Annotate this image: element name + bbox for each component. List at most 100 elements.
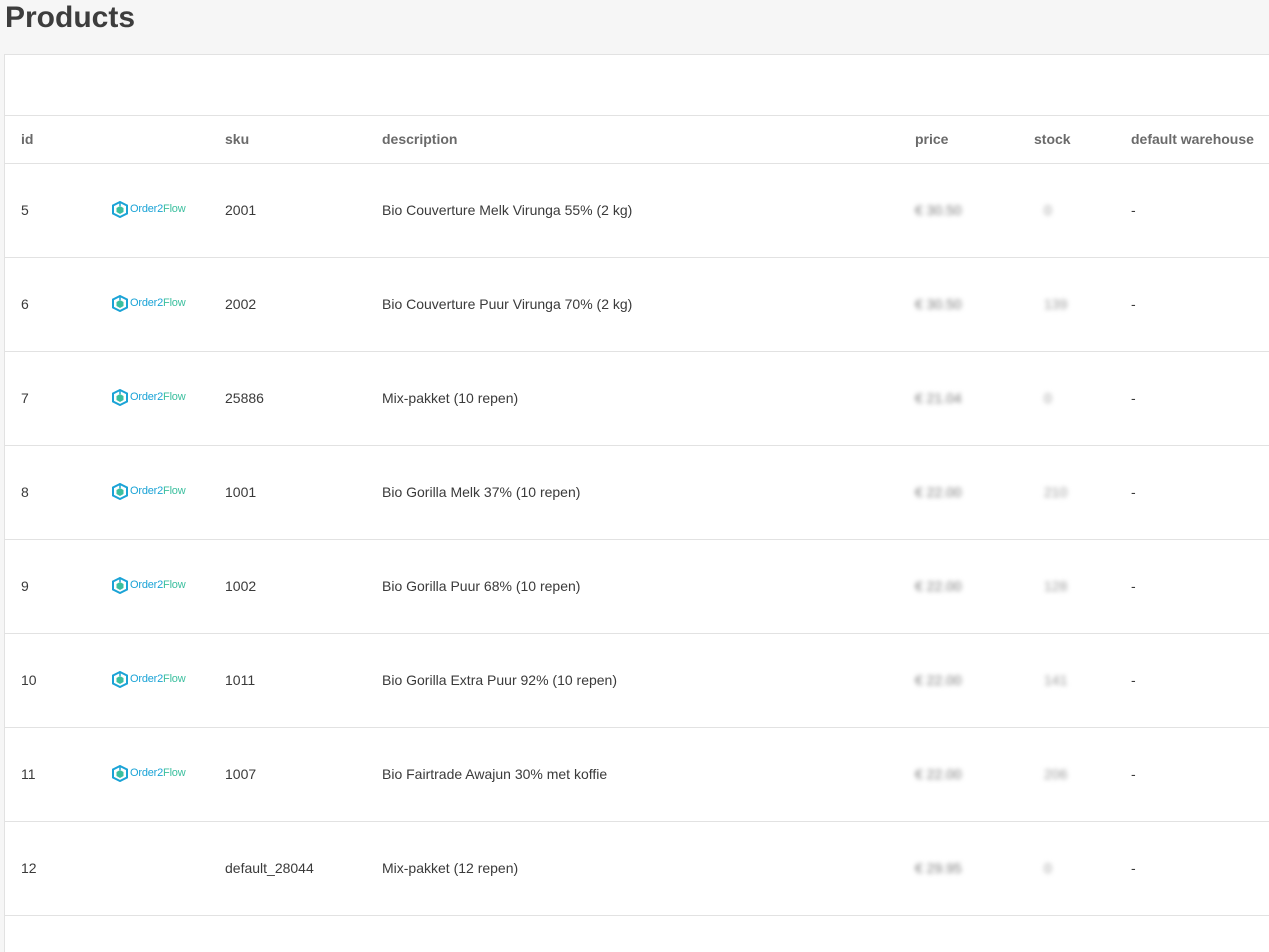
column-header-id[interactable]: id — [5, 116, 96, 164]
order2flow-icon — [112, 764, 128, 782]
cell-id: 8 — [5, 445, 96, 540]
order2flow-icon — [112, 294, 128, 312]
table-header-row: id sku description price stock default w… — [5, 116, 1269, 164]
cell-logo — [96, 821, 209, 916]
column-header-logo — [96, 116, 209, 164]
cell-id: 11 — [5, 727, 96, 822]
column-header-description[interactable]: description — [366, 116, 899, 164]
table-row[interactable]: 10 Order2Flow 1011 Bio Gorilla Extra Puu… — [5, 633, 1269, 728]
table-row[interactable]: 7 Order2Flow 25886 Mix-pakket (10 repen)… — [5, 351, 1269, 446]
logo-wordmark-part1: Order2 — [130, 203, 164, 216]
cell-stock: 210 — [1018, 445, 1115, 540]
table-body: 5 Order2Flow 2001 Bio Couverture Melk Vi… — [5, 163, 1269, 916]
price-value: € 29.95 — [915, 860, 962, 876]
cell-default-warehouse: - — [1115, 539, 1269, 634]
cell-description: Mix-pakket (12 repen) — [366, 821, 899, 916]
column-header-price[interactable]: price — [899, 116, 1018, 164]
cell-stock: 0 — [1018, 821, 1115, 916]
cell-id: 9 — [5, 539, 96, 634]
cell-default-warehouse: - — [1115, 633, 1269, 728]
column-header-sku[interactable]: sku — [209, 116, 366, 164]
cell-description: Mix-pakket (10 repen) — [366, 351, 899, 446]
cell-price: € 22.00 — [899, 727, 1018, 822]
stock-value: 141 — [1044, 672, 1068, 688]
cell-stock: 128 — [1018, 539, 1115, 634]
cell-price: € 22.00 — [899, 539, 1018, 634]
column-header-stock[interactable]: stock — [1018, 116, 1115, 164]
table-row[interactable]: 6 Order2Flow 2002 Bio Couverture Puur Vi… — [5, 257, 1269, 352]
order2flow-wordmark: Order2Flow — [130, 203, 186, 216]
stock-value: 0 — [1044, 390, 1052, 406]
cell-stock: 141 — [1018, 633, 1115, 728]
cell-logo: Order2Flow — [96, 727, 209, 822]
cell-description: Bio Gorilla Puur 68% (10 repen) — [366, 539, 899, 634]
cell-price: € 22.00 — [899, 633, 1018, 728]
cell-default-warehouse: - — [1115, 727, 1269, 822]
cell-sku: 1011 — [209, 633, 366, 728]
cell-description: Bio Couverture Puur Virunga 70% (2 kg) — [366, 257, 899, 352]
stock-value: 139 — [1044, 296, 1068, 312]
cell-price: € 21.04 — [899, 351, 1018, 446]
table-row[interactable]: 5 Order2Flow 2001 Bio Couverture Melk Vi… — [5, 163, 1269, 258]
logo-wordmark-part2: Flow — [163, 297, 186, 310]
order2flow-logo: Order2Flow — [112, 575, 186, 595]
order2flow-logo: Order2Flow — [112, 199, 186, 219]
table-row[interactable]: 12 default_28044 Mix-pakket (12 repen) €… — [5, 821, 1269, 916]
logo-wordmark-part1: Order2 — [130, 579, 164, 592]
cell-logo: Order2Flow — [96, 633, 209, 728]
stock-value: 206 — [1044, 766, 1068, 782]
table-row[interactable]: 8 Order2Flow 1001 Bio Gorilla Melk 37% (… — [5, 445, 1269, 540]
order2flow-logo: Order2Flow — [112, 387, 186, 407]
cell-default-warehouse: - — [1115, 163, 1269, 258]
cell-sku: default_28044 — [209, 821, 366, 916]
logo-wordmark-part2: Flow — [163, 579, 186, 592]
cell-stock: 0 — [1018, 163, 1115, 258]
cell-id: 12 — [5, 821, 96, 916]
order2flow-logo: Order2Flow — [112, 669, 186, 689]
cell-description: Bio Gorilla Melk 37% (10 repen) — [366, 445, 899, 540]
cell-id: 10 — [5, 633, 96, 728]
stock-value: 0 — [1044, 860, 1052, 876]
cell-default-warehouse: - — [1115, 445, 1269, 540]
cell-default-warehouse: - — [1115, 351, 1269, 446]
cell-logo: Order2Flow — [96, 163, 209, 258]
cell-id: 5 — [5, 163, 96, 258]
cell-logo: Order2Flow — [96, 351, 209, 446]
table-row[interactable]: 9 Order2Flow 1002 Bio Gorilla Puur 68% (… — [5, 539, 1269, 634]
cell-price: € 22.00 — [899, 445, 1018, 540]
price-value: € 22.00 — [915, 484, 962, 500]
order2flow-icon — [112, 388, 128, 406]
table-row[interactable]: 11 Order2Flow 1007 Bio Fairtrade Awajun … — [5, 727, 1269, 822]
cell-stock: 206 — [1018, 727, 1115, 822]
logo-wordmark-part2: Flow — [163, 203, 186, 216]
cell-sku: 2001 — [209, 163, 366, 258]
cell-id: 6 — [5, 257, 96, 352]
order2flow-icon — [112, 576, 128, 594]
price-value: € 21.04 — [915, 390, 962, 406]
logo-wordmark-part1: Order2 — [130, 391, 164, 404]
cell-logo: Order2Flow — [96, 257, 209, 352]
order2flow-wordmark: Order2Flow — [130, 579, 186, 592]
stock-value: 128 — [1044, 578, 1068, 594]
cell-price: € 30.50 — [899, 163, 1018, 258]
cell-sku: 1001 — [209, 445, 366, 540]
order2flow-logo: Order2Flow — [112, 481, 186, 501]
cell-default-warehouse: - — [1115, 821, 1269, 916]
logo-wordmark-part1: Order2 — [130, 767, 164, 780]
cell-logo: Order2Flow — [96, 445, 209, 540]
logo-wordmark-part2: Flow — [163, 767, 186, 780]
cell-stock: 139 — [1018, 257, 1115, 352]
logo-wordmark-part2: Flow — [163, 485, 186, 498]
order2flow-wordmark: Order2Flow — [130, 767, 186, 780]
stock-value: 0 — [1044, 202, 1052, 218]
cell-sku: 1002 — [209, 539, 366, 634]
logo-wordmark-part1: Order2 — [130, 297, 164, 310]
logo-wordmark-part2: Flow — [163, 391, 186, 404]
column-header-default-warehouse[interactable]: default warehouse — [1115, 116, 1269, 164]
cell-description: Bio Fairtrade Awajun 30% met koffie — [366, 727, 899, 822]
order2flow-icon — [112, 670, 128, 688]
order2flow-icon — [112, 200, 128, 218]
page-title: Products — [5, 1, 136, 34]
cell-sku: 25886 — [209, 351, 366, 446]
table-toolbar — [5, 55, 1269, 116]
